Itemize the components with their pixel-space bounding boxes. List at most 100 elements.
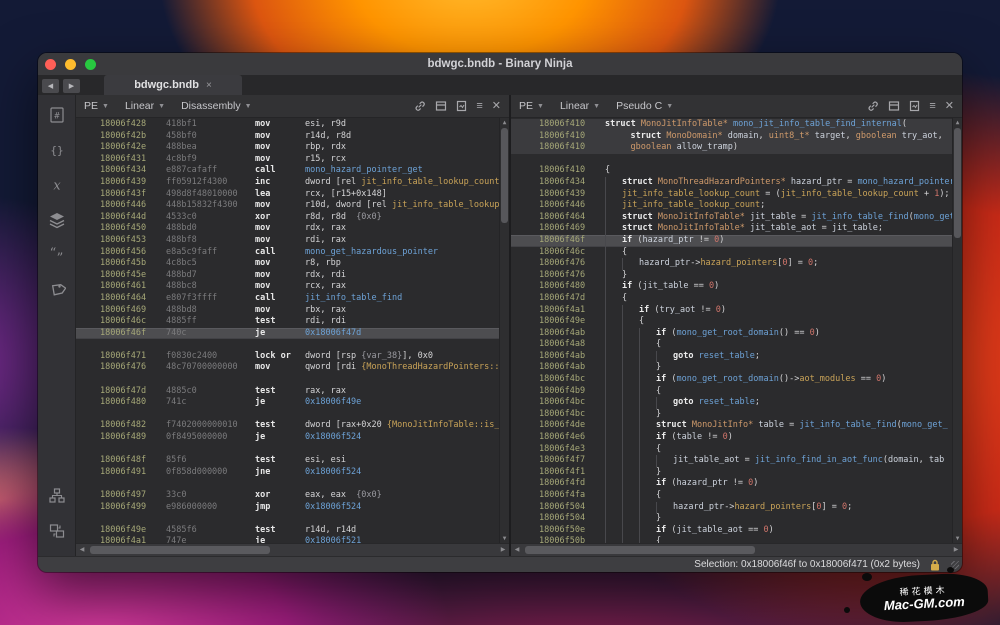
disasm-row[interactable]: 18006f480741cje0x18006f49e — [76, 397, 500, 409]
pseudo-c-horizontal-scrollbar[interactable]: ◀ ▶ — [511, 543, 962, 556]
disasm-row[interactable]: 18006f464e807f3ffffcalljit_info_table_fi… — [76, 293, 500, 305]
disassembly-view[interactable]: 18006f428418bf1movesi, r9d18006f42b458bf… — [76, 118, 509, 543]
scroll-down-icon[interactable]: ▼ — [953, 534, 962, 543]
sidebar-item-hex-view[interactable]: # — [47, 105, 67, 125]
disasm-row[interactable] — [76, 478, 500, 490]
pseudo-c-row[interactable]: 18006f464struct MonoJitInfoTable* jit_ta… — [511, 212, 953, 224]
disasm-row[interactable]: 18006f439ff05912f4300incdword [rel jit_i… — [76, 177, 500, 189]
pseudo-c-row[interactable]: 18006f410struct MonoJitInfoTable* mono_j… — [511, 119, 953, 131]
pseudo-c-row[interactable]: 18006f4abif (mono_get_root_domain() == 0… — [511, 328, 953, 340]
scroll-right-icon[interactable]: ▶ — [950, 544, 962, 556]
pseudo-c-row[interactable]: 18006f4e6if (table != 0) — [511, 432, 953, 444]
pseudo-c-row[interactable]: 18006f46c{ — [511, 247, 953, 259]
disasm-row[interactable]: 18006f49e4585f6testr14d, r14d — [76, 525, 500, 537]
link-icon[interactable] — [867, 100, 879, 112]
pseudo-c-row[interactable]: 18006f446jit_info_table_lookup_count; — [511, 200, 953, 212]
disasm-row[interactable]: 18006f45b4c8bc5movr8, rbp — [76, 258, 500, 270]
pseudo-c-row[interactable]: 18006f4abgoto reset_table; — [511, 351, 953, 363]
pseudo-c-row[interactable]: 18006f49e{ — [511, 316, 953, 328]
disasm-row[interactable]: 18006f4890f8495000000je0x18006f524 — [76, 432, 500, 444]
disasm-row[interactable]: 18006f434e887cafaffcallmono_hazard_point… — [76, 165, 500, 177]
disasm-row[interactable]: 18006f499e986000000jmp0x18006f524 — [76, 502, 500, 514]
close-pane-icon[interactable]: ✕ — [945, 101, 954, 112]
sidebar-item-strings[interactable]: “” — [47, 245, 67, 265]
lock-icon[interactable] — [930, 559, 940, 571]
pseudo-c-row[interactable]: 18006f4a8{ — [511, 339, 953, 351]
pseudo-c-row[interactable]: 18006f4fa{ — [511, 490, 953, 502]
disasm-row[interactable]: 18006f446448b15832f4300movr10d, dword [r… — [76, 200, 500, 212]
menu-icon[interactable]: ≡ — [929, 101, 935, 112]
disasm-row[interactable]: 18006f45e488bd7movrdx, rdi — [76, 270, 500, 282]
nav-back-button[interactable]: ◀ — [42, 79, 59, 93]
pseudo-c-row[interactable]: 18006f50b{ — [511, 536, 953, 543]
disasm-row[interactable] — [76, 444, 500, 456]
pseudo-c-row[interactable]: 18006f476} — [511, 270, 953, 282]
report-icon[interactable] — [909, 100, 920, 112]
scrollbar-thumb[interactable] — [954, 128, 961, 238]
pseudo-c-row[interactable]: 18006f439jit_info_table_lookup_count = (… — [511, 189, 953, 201]
pseudo-c-view[interactable]: 18006f410struct MonoJitInfoTable* mono_j… — [511, 118, 962, 543]
pseudo-c-row[interactable]: 18006f47d{ — [511, 293, 953, 305]
disasm-row[interactable]: 18006f48f85f6testesi, esi — [76, 455, 500, 467]
pseudo-c-row[interactable] — [511, 154, 953, 166]
disassembly-vertical-scrollbar[interactable]: ▲ ▼ — [499, 118, 509, 543]
pseudo-c-row[interactable]: 18006f4bcif (mono_get_root_domain()->aot… — [511, 374, 953, 386]
scrollbar-thumb[interactable] — [501, 128, 508, 223]
disasm-row[interactable]: 18006f47648c70700000000movqword [rdi {Mo… — [76, 362, 500, 374]
pseudo-c-row[interactable]: 18006f410gboolean allow_tramp) — [511, 142, 953, 154]
disasm-row[interactable] — [76, 409, 500, 421]
disasm-row[interactable]: 18006f469488bd8movrbx, rax — [76, 305, 500, 317]
scroll-up-icon[interactable]: ▲ — [500, 118, 509, 127]
view-dropdown[interactable]: Pseudo C ▼ — [616, 100, 673, 112]
tab-close-icon[interactable]: × — [206, 80, 212, 91]
disasm-row[interactable]: 18006f428418bf1movesi, r9d — [76, 119, 500, 131]
pseudo-c-row[interactable]: 18006f480if (jit_table == 0) — [511, 281, 953, 293]
disasm-row[interactable]: 18006f49733c0xoreax, eax {0x0} — [76, 490, 500, 502]
split-pane-icon[interactable] — [888, 100, 900, 112]
pseudo-c-row[interactable]: 18006f504hazard_ptr->hazard_pointers[0] … — [511, 502, 953, 514]
disasm-row[interactable]: 18006f461488bc8movrcx, rax — [76, 281, 500, 293]
pseudo-c-row[interactable]: 18006f4bc} — [511, 409, 953, 421]
disassembly-horizontal-scrollbar[interactable]: ◀ ▶ — [76, 543, 509, 556]
pseudo-c-row[interactable]: 18006f4f7jit_table_aot = jit_info_find_i… — [511, 455, 953, 467]
pseudo-c-vertical-scrollbar[interactable]: ▲ ▼ — [952, 118, 962, 543]
sidebar-item-cross-references[interactable] — [47, 521, 67, 541]
pseudo-c-row[interactable]: 18006f434struct MonoThreadHazardPointers… — [511, 177, 953, 189]
report-icon[interactable] — [456, 100, 467, 112]
scrollbar-thumb[interactable] — [90, 546, 270, 554]
pseudo-c-row[interactable]: 18006f4f1} — [511, 467, 953, 479]
nav-forward-button[interactable]: ▶ — [63, 79, 80, 93]
sidebar-item-types[interactable]: {} — [47, 140, 67, 160]
scrollbar-thumb[interactable] — [525, 546, 755, 554]
disasm-row[interactable]: 18006f4a1747eje0x18006f521 — [76, 536, 500, 543]
close-pane-icon[interactable]: ✕ — [492, 101, 501, 112]
pseudo-c-row[interactable]: 18006f410struct MonoDomain* domain, uint… — [511, 131, 953, 143]
disasm-row[interactable]: 18006f47d4885c0testrax, rax — [76, 386, 500, 398]
disasm-row[interactable]: 18006f4314c8bf9movr15, rcx — [76, 154, 500, 166]
sidebar-item-variables[interactable]: x — [47, 175, 67, 195]
split-pane-icon[interactable] — [435, 100, 447, 112]
scroll-up-icon[interactable]: ▲ — [953, 118, 962, 127]
scroll-down-icon[interactable]: ▼ — [500, 534, 509, 543]
disasm-row[interactable]: 18006f4910f858d000000jne0x18006f524 — [76, 467, 500, 479]
pseudo-c-row[interactable]: 18006f4destruct MonoJitInfo* table = jit… — [511, 420, 953, 432]
format-dropdown[interactable]: PE ▼ — [519, 100, 544, 112]
pseudo-c-row[interactable]: 18006f4bcgoto reset_table; — [511, 397, 953, 409]
format-dropdown[interactable]: PE ▼ — [84, 100, 109, 112]
disasm-row[interactable]: 18006f42b458bf0movr14d, r8d — [76, 131, 500, 143]
scroll-left-icon[interactable]: ◀ — [76, 544, 88, 556]
sidebar-item-mini-graph[interactable] — [47, 486, 67, 506]
scroll-left-icon[interactable]: ◀ — [511, 544, 523, 556]
layout-dropdown[interactable]: Linear ▼ — [125, 100, 165, 112]
scroll-right-icon[interactable]: ▶ — [497, 544, 509, 556]
tab-bdwgc[interactable]: bdwgc.bndb × — [104, 75, 242, 95]
disasm-row[interactable]: 18006f43f498d8f48010000learcx, [r15+0x14… — [76, 189, 500, 201]
pseudo-c-row[interactable]: 18006f4b9{ — [511, 386, 953, 398]
disasm-row[interactable]: 18006f456e8a5c9faffcallmono_get_hazardou… — [76, 247, 500, 259]
pseudo-c-row[interactable]: 18006f476hazard_ptr->hazard_pointers[0] … — [511, 258, 953, 270]
disasm-row[interactable]: 18006f42e488beamovrbp, rdx — [76, 142, 500, 154]
disasm-row[interactable]: 18006f46c4885fftestrdi, rdi — [76, 316, 500, 328]
disasm-row[interactable]: 18006f453488bf8movrdi, rax — [76, 235, 500, 247]
pseudo-c-row[interactable]: 18006f4fdif (hazard_ptr != 0) — [511, 478, 953, 490]
sidebar-item-tags[interactable] — [47, 280, 67, 300]
